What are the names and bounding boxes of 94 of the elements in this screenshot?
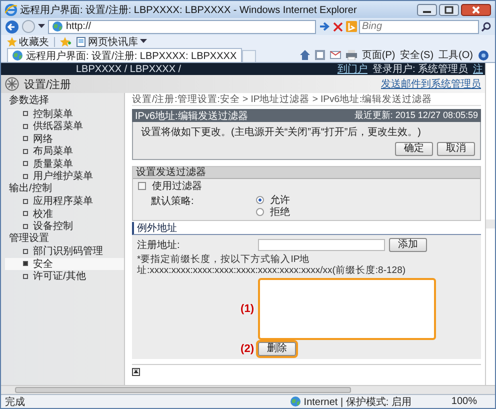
- bullet-icon: [23, 111, 28, 116]
- hint-text: *要指定前缀长度，按以下方式输入IP地址:xxxx:xxxx:xxxx:xxxx:xxxx:xxxx:xxxx:xxxx/xx(前缀长度:8-128): [136, 253, 407, 278]
- field-label: 默认策略:: [151, 195, 195, 209]
- menu-button[interactable]: 页面(P): [362, 48, 396, 62]
- minimize-icon[interactable]: [417, 4, 437, 16]
- menu-button[interactable]: 工具(O): [438, 48, 473, 62]
- bing-icon: [346, 21, 357, 32]
- bullet-icon: [23, 136, 28, 142]
- browser-tab[interactable]: 远程用户界面: 设置/注册: LBPXXXX: LBPXXXX: [7, 48, 242, 62]
- bullet-icon: [23, 174, 28, 179]
- bullet-icon: [23, 124, 28, 129]
- search-field[interactable]: Bing: [359, 20, 479, 34]
- bullet-icon: [23, 148, 28, 154]
- page-icon: [76, 36, 86, 46]
- last-updated: 最近更新: 2015 12/27 08:05:59: [354, 109, 478, 122]
- dropdown-icon[interactable]: [38, 24, 45, 29]
- bullet-icon: [23, 274, 28, 279]
- favorites-button[interactable]: 收藏夹: [7, 34, 49, 48]
- browser-icon: [5, 4, 17, 16]
- cancel-button[interactable]: 取消: [437, 142, 475, 156]
- section-heading: 例外地址: [132, 222, 481, 235]
- sidebar-heading: 输出/控制: [8, 182, 53, 195]
- sidebar-item[interactable]: 用户维护菜单: [5, 170, 124, 182]
- help-icon[interactable]: [478, 50, 489, 60]
- feed-icon[interactable]: [314, 50, 325, 60]
- add-favorite-icon[interactable]: [60, 36, 71, 46]
- sidebar-item[interactable]: 设备控制: [5, 220, 124, 232]
- bullet-icon: [23, 161, 28, 166]
- breadcrumb: 设置/注册:管理设置:安全 > IP地址过滤器 > IPv6地址:编辑发送过滤器: [132, 93, 481, 106]
- panel-title: IPv6地址:编辑发送过滤器: [135, 110, 248, 122]
- search-icon[interactable]: [481, 22, 491, 32]
- checkbox-label: 使用过滤器: [152, 180, 202, 193]
- back-to-top-icon[interactable]: [132, 368, 140, 376]
- callout-label: (2): [240, 343, 254, 355]
- logout-link[interactable]: 注: [473, 62, 483, 76]
- sidebar-item[interactable]: 布局菜单: [5, 145, 124, 158]
- go-icon[interactable]: [319, 21, 330, 32]
- sidebar-heading: 参数选择: [8, 95, 50, 108]
- radio-button[interactable]: [256, 208, 264, 216]
- vertical-scrollbar[interactable]: [485, 63, 495, 385]
- callout-label: (1): [240, 303, 254, 315]
- stop-icon[interactable]: [333, 22, 343, 32]
- address-list[interactable]: [258, 278, 436, 340]
- message-text: 设置将做如下更改。(主电源开关“关闭”再“打开”后，更改生效。): [141, 126, 422, 139]
- address-input[interactable]: [258, 239, 385, 251]
- page-title: 设置/注册: [24, 78, 72, 92]
- back-icon[interactable]: [5, 20, 19, 34]
- radio-button[interactable]: [256, 196, 264, 204]
- radio-label: 拒绝: [270, 206, 290, 219]
- add-button[interactable]: 添加: [389, 238, 427, 252]
- settings-icon: [5, 77, 19, 91]
- checkbox[interactable]: [138, 182, 146, 190]
- sidebar-item[interactable]: 校准: [5, 208, 124, 220]
- sidebar-item[interactable]: 供纸器菜单: [5, 120, 124, 132]
- sidebar-item[interactable]: 应用程序菜单: [5, 195, 124, 208]
- zoom-level[interactable]: 100%: [451, 396, 477, 407]
- sidebar-item[interactable]: 控制菜单: [5, 108, 124, 120]
- field-label: 注册地址:: [137, 238, 181, 252]
- mail-icon[interactable]: [330, 51, 341, 59]
- menu-button[interactable]: 安全(S): [400, 48, 434, 62]
- sidebar-item[interactable]: 安全: [5, 258, 124, 270]
- globe-icon: [290, 396, 301, 407]
- sidebar-item[interactable]: 网络: [5, 132, 124, 145]
- radio-label: 允许: [270, 194, 290, 206]
- address-field[interactable]: http://: [48, 20, 316, 34]
- sidebar-item[interactable]: 部门识别码管理: [5, 245, 124, 258]
- star-icon: [7, 36, 17, 46]
- home-icon[interactable]: [300, 50, 310, 60]
- portal-link[interactable]: 到门户: [337, 62, 368, 76]
- status-text: 完成: [5, 396, 26, 408]
- security-zone: Internet | 保护模式: 启用: [304, 396, 412, 408]
- bullet-icon: [23, 211, 28, 216]
- bullet-icon: [23, 198, 28, 204]
- device-name: LBPXXXX / LBPXXXX /: [76, 64, 182, 74]
- sidebar-item[interactable]: 质量菜单: [5, 158, 124, 170]
- sidebar-heading: 管理设置: [8, 232, 50, 245]
- print-icon[interactable]: [346, 50, 357, 60]
- bullet-icon: [23, 224, 28, 229]
- sidebar-item[interactable]: 许可证/其他: [5, 270, 124, 282]
- section-heading: 设置发送过滤器: [133, 167, 480, 179]
- window-title: 远程用户界面: 设置/注册: LBPXXXX: LBPXXXX - Windows Internet Explorer: [20, 4, 358, 16]
- page-icon: [12, 50, 23, 61]
- mail-admin-link[interactable]: 发送邮件到系统管理员: [381, 77, 481, 91]
- bullet-icon: [23, 248, 28, 254]
- dropdown-icon[interactable]: [140, 39, 147, 44]
- horizontal-scrollbar[interactable]: [1, 385, 495, 394]
- delete-button[interactable]: 删除: [258, 342, 296, 356]
- bullet-icon: [23, 261, 28, 266]
- login-user: 登录用户: 系统管理员: [372, 62, 468, 76]
- maximize-icon[interactable]: [439, 4, 459, 16]
- web-slice-gallery-button[interactable]: 网页快讯库: [76, 34, 147, 48]
- close-icon[interactable]: [461, 4, 491, 16]
- ok-button[interactable]: 确定: [395, 142, 433, 156]
- page-icon: [52, 21, 63, 32]
